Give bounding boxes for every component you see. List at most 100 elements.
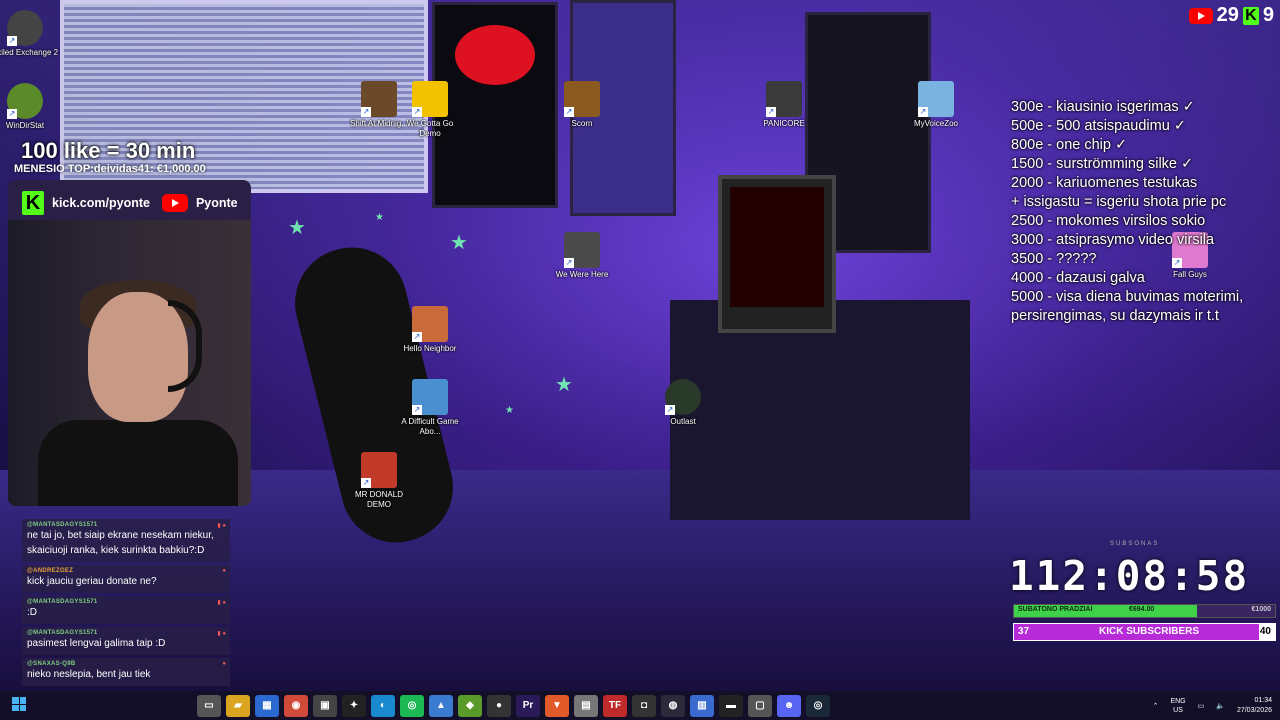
scorn-icon: ↗ [564, 81, 600, 117]
edge-icon[interactable]: ◐ [371, 694, 395, 717]
donation-bar-amount: €694.00 [1129, 606, 1155, 613]
youtube-icon [1188, 7, 1213, 24]
donation-bar-goal: €1000 [1251, 606, 1271, 613]
webcam-header: K kick.com/pyonte Pyonte [8, 180, 251, 226]
camera-icon[interactable]: ◘ [632, 694, 656, 717]
desktop-icon-label: Hello Neighbor [403, 344, 457, 353]
chat-text: kick jauciu geriau donate ne? [27, 576, 157, 587]
region-code: US [1173, 707, 1183, 714]
taskbar-apps: ▭ ▰ ▦ ◉ ▣ ✦ ◐ ◎ ▲ ◆ ● Pr ▼ ▤ TF ◘ ◍ ▥ ▬ ▢ ☻ ◎ [197, 694, 830, 717]
desktop-icon-label: Exiled Exchange 2 [0, 48, 59, 57]
youtube-name: Pyonte [195, 196, 238, 210]
desktop-icon-scorn[interactable]: ↗ Scorn [547, 81, 617, 129]
goal-item: 800e - one chip ✓ [1011, 137, 1128, 153]
system-tray: ⌃ ENG US ▭ 🔈 01:34 27/03/2026 [1153, 696, 1272, 716]
desktop-icon-exiled-exchange[interactable]: ↗ Exiled Exchange 2 [0, 10, 60, 58]
windirstat-icon: ↗ [7, 83, 43, 119]
chrome-icon[interactable]: ◉ [284, 694, 308, 717]
outlast-icon: ↗ [665, 379, 701, 415]
clock-date: 27/03/2026 [1236, 707, 1272, 714]
terminal-icon[interactable]: ▬ [719, 694, 743, 717]
social-counters: 29 K 9 [1188, 4, 1274, 27]
taskbar: ▭ ▰ ▦ ◉ ▣ ✦ ◐ ◎ ▲ ◆ ● Pr ▼ ▤ TF ◘ ◍ ▥ ▬ ▢ ☻ ◎ ⌃ ENG US ▭ 🔈 01… [0, 691, 1280, 720]
we-gotta-go-icon: ↗ [412, 81, 448, 117]
kick-subs-label: KICK SUBSCRIBERS [1099, 626, 1200, 637]
chat-message: @MANTASDAGYS1571 ▮ ● pasimest lengvai ga… [22, 627, 230, 655]
obs-icon[interactable]: ● [487, 694, 511, 717]
we-were-here-icon: ↗ [564, 232, 600, 268]
desktop-icon-label: PANICORE [763, 119, 805, 128]
start-button[interactable] [12, 697, 26, 711]
desktop-icon-windirstat[interactable]: ↗ WinDirStat [0, 83, 60, 131]
goal-item: 4000 - dazausi galva [1011, 270, 1145, 286]
goal-item: 1500 - surströmming silke ✓ [1011, 156, 1194, 172]
clock[interactable]: 01:34 27/03/2026 [1237, 696, 1272, 716]
star-icon: ★ [375, 212, 384, 223]
kick-icon: K [22, 191, 44, 215]
desktop-icon-mr-donald[interactable]: ↗ MR DONALD DEMO [344, 452, 414, 510]
goal-item: 2500 - mokomes virsilos sokio [1011, 213, 1206, 229]
game-icon[interactable]: ✦ [342, 694, 366, 717]
difficult-game-icon: ↗ [412, 379, 448, 415]
shift-at-midnight-icon: ↗ [361, 81, 397, 117]
docs-icon[interactable]: ▥ [690, 694, 714, 717]
window-icon[interactable]: ▢ [748, 694, 772, 717]
donation-progress-bar: SUBATONO PRADZIAI €694.00 €1000 [1013, 604, 1276, 618]
steam-logo-icon[interactable]: ◍ [661, 694, 685, 717]
desktop-icon-we-were-here[interactable]: ↗ We Were Here [547, 232, 617, 280]
desktop-icon-hello-neighbor[interactable]: ↗ Hello Neighbor [395, 306, 465, 354]
calendar-icon[interactable]: ▦ [255, 694, 279, 717]
tv [718, 175, 836, 333]
file-explorer-icon[interactable]: ▭ [197, 694, 221, 717]
chat-text: pasimest lengvai galima taip :D [27, 638, 166, 649]
kick-url: kick.com/pyonte [52, 196, 150, 210]
desktop-icon-we-gotta-go[interactable]: ↗ We Gotta Go Demo [395, 81, 465, 139]
chevron-up-icon[interactable]: ⌃ [1153, 702, 1159, 710]
goal-item: 500e - 500 atsispaudimu ✓ [1011, 118, 1186, 134]
premiere-icon[interactable]: Pr [516, 694, 540, 717]
chat-badge-icons: ▮ ● [217, 600, 226, 606]
desktop-icon-label: Scorn [571, 119, 593, 128]
exiled-exchange-icon: ↗ [7, 10, 43, 46]
desktop-icon-outlast[interactable]: ↗ Outlast [648, 379, 718, 427]
language-code: ENG [1170, 698, 1186, 705]
desktop-icon-panicore[interactable]: ↗ PANICORE [749, 81, 819, 129]
app-photo-icon[interactable]: ▣ [313, 694, 337, 717]
youtube-icon [161, 194, 188, 212]
steam-icon[interactable]: ◎ [806, 694, 830, 717]
desktop-icon-myvoicezoo[interactable]: ↗ MyVoiceZoo [901, 81, 971, 129]
chat-text: nieko neslepia, bent jau tiek [27, 669, 151, 680]
volume-icon[interactable]: 🔈 [1216, 702, 1225, 710]
subathon-timer: 112:08:58 [1009, 552, 1250, 600]
streamer-shirt [38, 420, 238, 506]
desktop-icon-label: We Were Here [555, 270, 609, 279]
language-indicator[interactable]: ENG US [1170, 697, 1185, 715]
desktop-icon-label: Outlast [670, 417, 696, 426]
photos-icon[interactable]: ▲ [429, 694, 453, 717]
kick-subs-goal: 40 [1259, 626, 1271, 637]
kick-subs-count: 37 [1018, 626, 1030, 637]
desktop-icon-label: We Gotta Go Demo [406, 119, 454, 138]
chat-badge-icons: ▮ ● [217, 631, 226, 637]
monitor-icon[interactable]: ▭ [1198, 702, 1205, 710]
notepad-icon[interactable]: ▤ [574, 694, 598, 717]
discord-icon[interactable]: ☻ [777, 694, 801, 717]
star-icon: ★ [288, 217, 306, 239]
desktop-icon-label: WinDirStat [5, 121, 45, 130]
spotify-icon[interactable]: ◎ [400, 694, 424, 717]
chat-message: @ANDREZGEZ ● kick jauciu geriau donate n… [22, 565, 230, 593]
desktop-icon-label: A Difficult Game Abo... [401, 417, 459, 436]
folder-icon[interactable]: ▰ [226, 694, 250, 717]
goal-item: 3000 - atsiprasymo video virsila [1011, 232, 1215, 248]
donation-goals: 300e - kiausinio isgerimas ✓ 500e - 500 … [1011, 98, 1243, 326]
desktop-icon-difficult-game[interactable]: ↗ A Difficult Game Abo... [395, 379, 465, 437]
desktop-icon-label: MR DONALD DEMO [354, 490, 403, 509]
nvidia-icon[interactable]: ◆ [458, 694, 482, 717]
chat-badge-icons: ● [222, 661, 226, 667]
chat-badge-icons: ▮ ● [217, 523, 226, 529]
chat-badge-icons: ● [222, 568, 226, 574]
goal-item: persirengimas, su dazymais ir t.t [1011, 308, 1219, 324]
goal-item: + issigastu = isgeriu shota prie pc [1011, 194, 1227, 210]
brave-icon[interactable]: ▼ [545, 694, 569, 717]
tf-icon[interactable]: TF [603, 694, 627, 717]
